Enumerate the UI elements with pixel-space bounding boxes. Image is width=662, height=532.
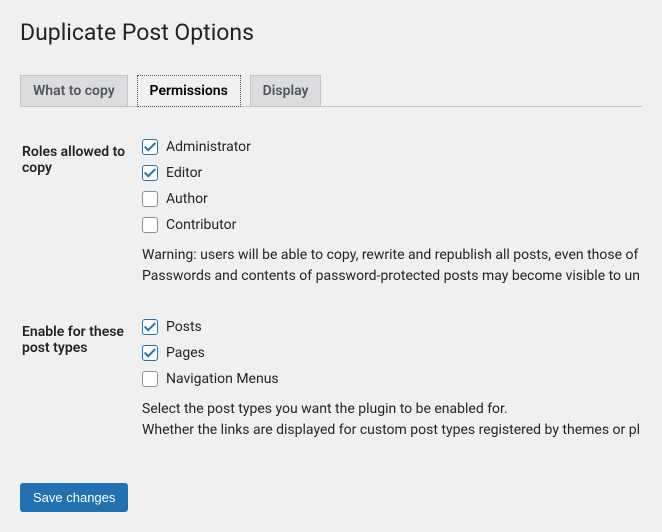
page-title: Duplicate Post Options — [20, 10, 642, 66]
tab-nav: What to copy Permissions Display — [20, 66, 642, 107]
label-contributor[interactable]: Contributor — [166, 217, 236, 233]
checkbox-editor[interactable] — [142, 165, 158, 181]
checkbox-author[interactable] — [142, 191, 158, 207]
tab-display[interactable]: Display — [250, 75, 322, 107]
tab-permissions[interactable]: Permissions — [137, 75, 241, 107]
tab-what-to-copy[interactable]: What to copy — [20, 75, 128, 107]
checkbox-administrator[interactable] — [142, 139, 158, 155]
post-types-description: Select the post types you want the plugi… — [142, 399, 640, 441]
roles-description: Warning: users will be able to copy, rew… — [142, 245, 640, 287]
checkbox-posts[interactable] — [142, 319, 158, 335]
checkbox-navigation-menus[interactable] — [142, 371, 158, 387]
label-author[interactable]: Author — [166, 191, 208, 207]
checkbox-pages[interactable] — [142, 345, 158, 361]
label-pages[interactable]: Pages — [166, 345, 205, 361]
roles-heading: Roles allowed to copy — [22, 129, 140, 307]
label-editor[interactable]: Editor — [166, 165, 202, 181]
post-types-heading: Enable for these post types — [22, 309, 140, 461]
label-navigation-menus[interactable]: Navigation Menus — [166, 371, 279, 387]
label-administrator[interactable]: Administrator — [166, 139, 251, 155]
checkbox-contributor[interactable] — [142, 217, 158, 233]
save-button[interactable]: Save changes — [20, 483, 128, 512]
label-posts[interactable]: Posts — [166, 319, 202, 335]
